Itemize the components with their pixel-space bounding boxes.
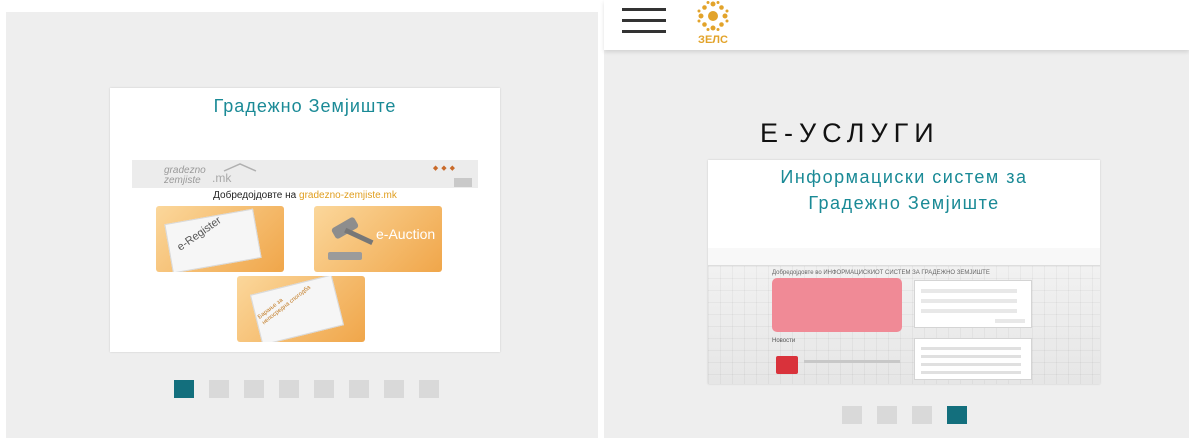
system-news-line <box>804 360 900 363</box>
section-title: Е-УСЛУГИ <box>760 118 940 148</box>
slide-title: Градежно Земјиште <box>213 96 397 116</box>
slider-dot-8[interactable] <box>419 380 439 398</box>
site-header-strip: gradezno zemjiste .mk ◆◆◆ <box>132 160 478 188</box>
hamburger-menu-icon[interactable] <box>622 8 666 36</box>
system-news-box <box>914 338 1032 380</box>
blueprint-background <box>708 266 1100 384</box>
gavel-icon <box>328 217 374 260</box>
system-screenshot: Добредојдовте во ИНФОРМАЦИСКИОТ СИСТЕМ З… <box>708 248 1100 384</box>
system-header-strip <box>708 248 1100 266</box>
top-header-bar: ЗЕЛС <box>604 0 1189 50</box>
tile-e-auction: e-Auction <box>314 206 442 272</box>
system-heading: Добредојдовте во ИНФОРМАЦИСКИОТ СИСТЕМ З… <box>772 270 990 276</box>
right-slider-pagination <box>842 406 967 424</box>
slider-dot-3[interactable] <box>912 406 932 424</box>
slider-dot-6[interactable] <box>349 380 369 398</box>
logo-text: ЗЕЛС <box>698 34 728 46</box>
tile-e-auction-label: e-Auction <box>376 226 436 242</box>
calculator-icon <box>776 356 798 374</box>
slide-card-gradezno[interactable]: Градежно Земјиште gradezno zemjiste .mk … <box>110 88 500 352</box>
welcome-prefix: Добредојдовте на <box>213 190 300 201</box>
svg-text:.mk: .mk <box>212 171 232 185</box>
slider-dot-5[interactable] <box>314 380 334 398</box>
slider-dot-1[interactable] <box>842 406 862 424</box>
site-lang-icons: ◆◆◆ <box>432 165 458 172</box>
slider-dot-4[interactable] <box>947 406 967 424</box>
tile-spogodba: Барање за непосредна спогодба <box>237 276 365 342</box>
slider-dot-2[interactable] <box>209 380 229 398</box>
site-search-box <box>454 178 472 187</box>
system-login-box <box>914 280 1032 328</box>
svg-text:zemjiste: zemjiste <box>163 175 201 185</box>
slider-dot-3[interactable] <box>244 380 264 398</box>
system-info-box <box>772 278 902 332</box>
slide-card-info-system[interactable]: Информациски систем за Градежно Земјиште… <box>708 160 1100 384</box>
slider-dot-4[interactable] <box>279 380 299 398</box>
gradezno-site-logo-icon: gradezno zemjiste .mk <box>163 163 257 185</box>
zels-logo[interactable]: ЗЕЛС <box>688 0 738 48</box>
site-screenshot: gradezno zemjiste .mk ◆◆◆ Добредојдовте … <box>132 160 478 344</box>
left-slider-pagination <box>174 380 439 398</box>
slide-title-line-2: Градежно Земјиште <box>808 193 1000 213</box>
slider-dot-7[interactable] <box>384 380 404 398</box>
welcome-domain: gradezno-zemjiste.mk <box>299 190 397 201</box>
welcome-line: Добредојдовте на gradezno-zemjiste.mk <box>132 190 478 201</box>
zels-sun-logo-icon <box>697 1 729 31</box>
slide-title-line-1: Информациски систем за <box>780 167 1028 187</box>
system-news-label: Новости <box>772 338 796 344</box>
slide-title: Информациски систем за Градежно Земјиште <box>708 164 1100 216</box>
tile-e-register: e-Register <box>156 206 284 272</box>
slider-dot-1[interactable] <box>174 380 194 398</box>
slider-dot-2[interactable] <box>877 406 897 424</box>
